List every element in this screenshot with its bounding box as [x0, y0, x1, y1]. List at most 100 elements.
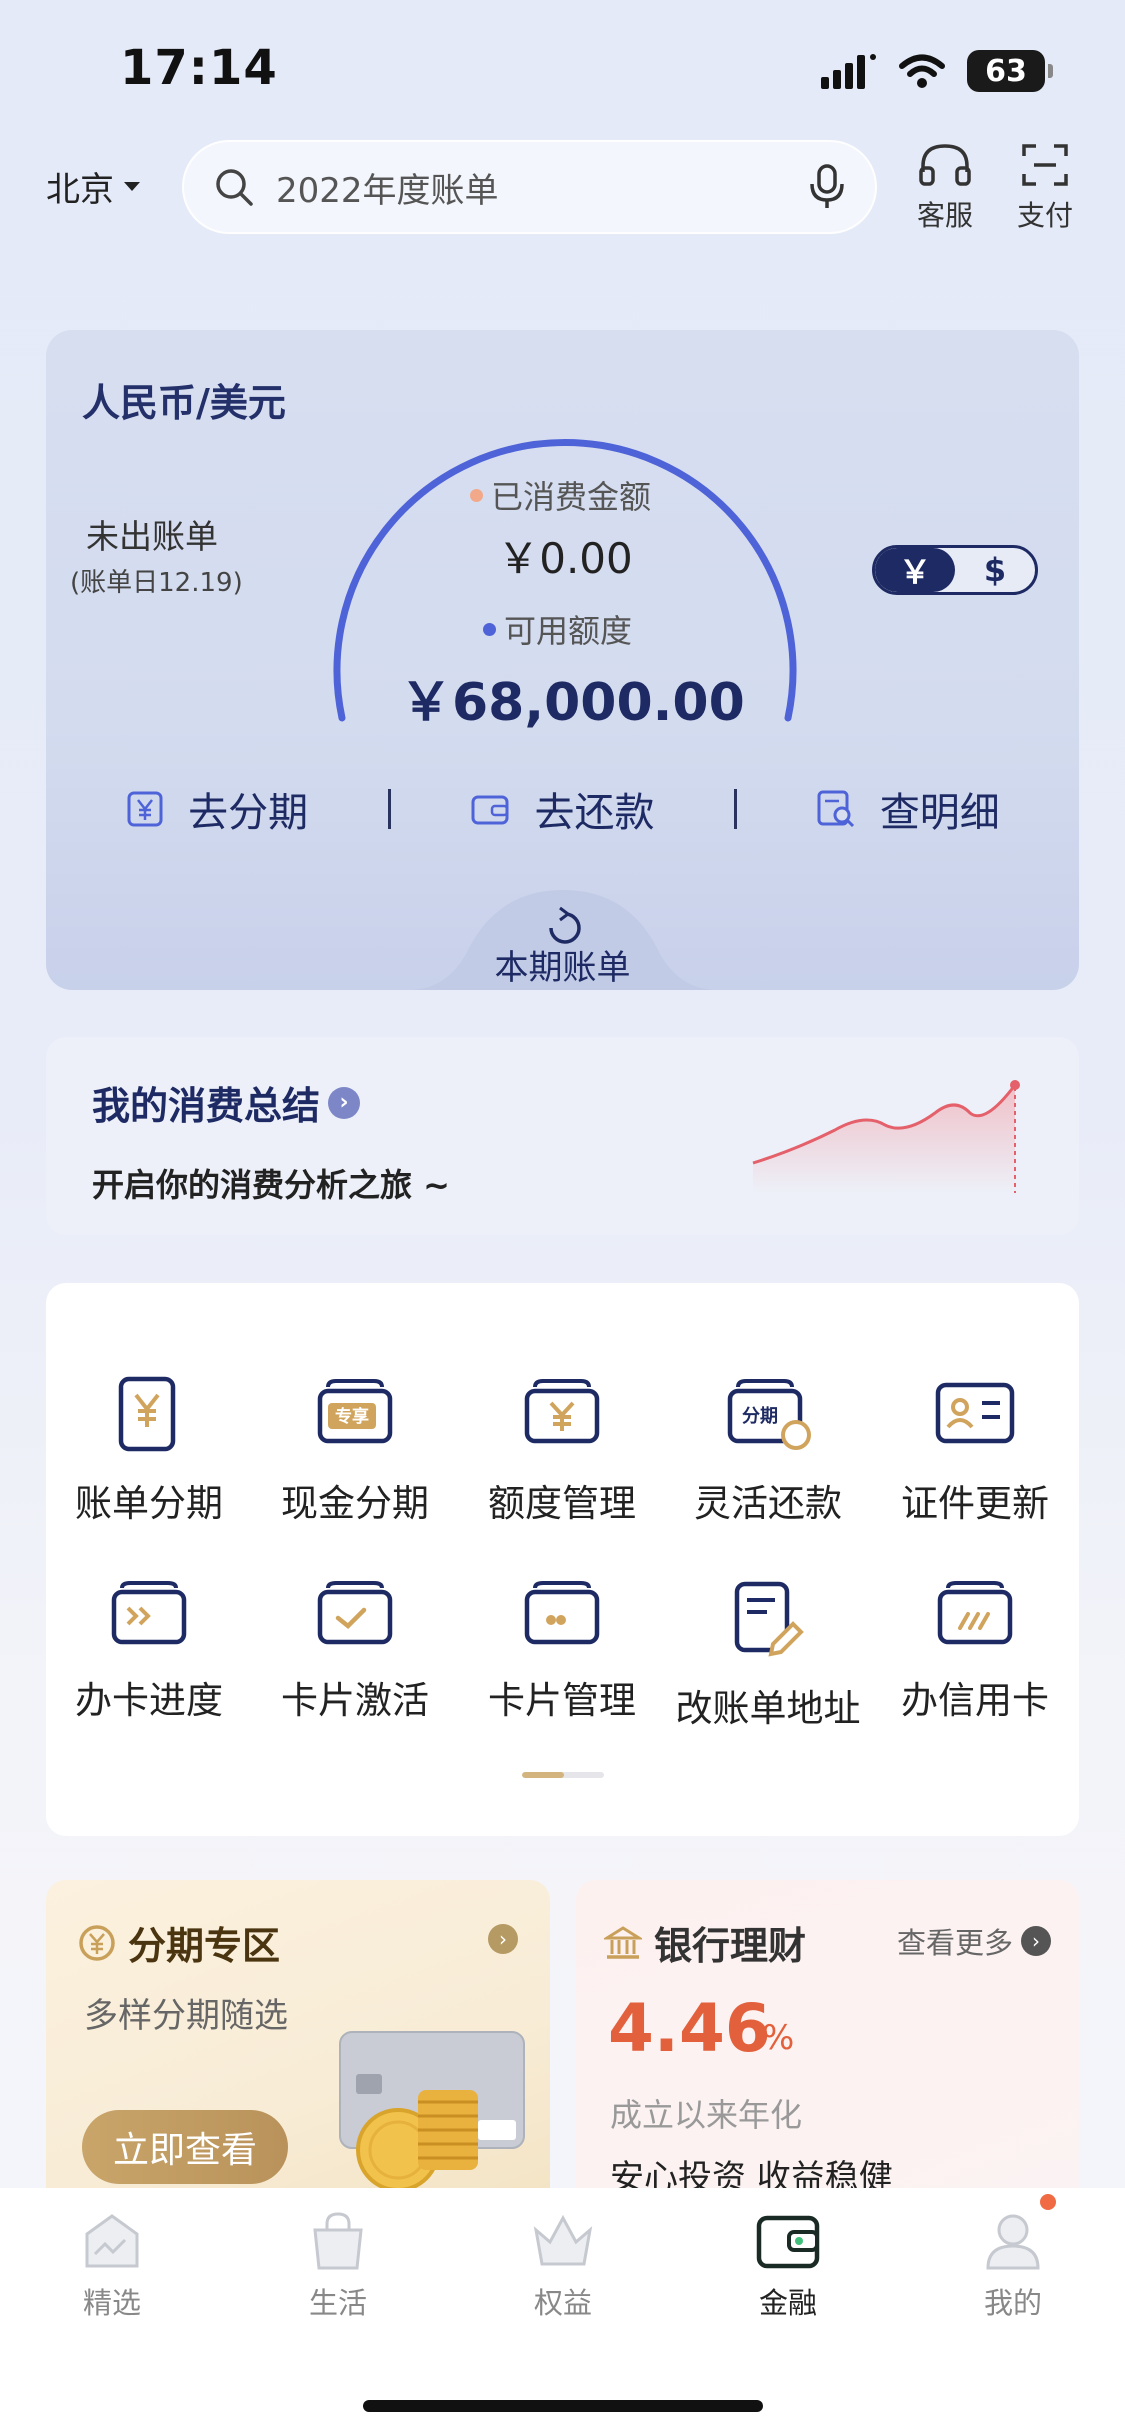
available-limit-value: ￥68,000.00 — [400, 673, 745, 733]
bill-installment-icon — [118, 1376, 176, 1452]
customer-service-button[interactable]: 客服 — [905, 142, 985, 234]
id-update-icon — [935, 1382, 1015, 1444]
bill-status: 未出账单 — [86, 517, 218, 556]
caret-down-icon — [124, 182, 140, 191]
bank-wealth-title: 银行理财 — [604, 1915, 806, 1970]
currency-toggle[interactable]: ￥ $ — [872, 545, 1038, 595]
available-dot — [483, 622, 496, 636]
city-label: 北京 — [46, 170, 114, 210]
flexible-repay-badge: 分期 — [742, 1406, 778, 1427]
tab-life[interactable]: 生活 — [268, 2210, 408, 2322]
annual-yield-description: 成立以来年化 — [610, 2096, 803, 2134]
menu-item-label: 改账单地址 — [675, 1687, 861, 1730]
menu-item-label: 办信用卡 — [901, 1679, 1049, 1722]
flexible-repay-icon: 分期 — [727, 1379, 811, 1450]
status-time: 17:14 — [120, 40, 278, 96]
used-dot — [470, 488, 483, 502]
installment-title-text: 分期专区 — [128, 1924, 281, 1968]
menu-item-card-progress[interactable]: 办卡进度 — [46, 1580, 252, 1724]
tab-label: 金融 — [758, 2286, 817, 2320]
cash-installment-icon: 专享 — [317, 1379, 393, 1444]
detail-search-icon — [817, 790, 854, 828]
installment-action-button[interactable]: 去分期 — [46, 780, 388, 838]
card-progress-icon — [111, 1581, 187, 1645]
spending-summary-subtitle: 开启你的消费分析之旅 ~ — [92, 1166, 450, 1204]
search-bar[interactable]: 2022年度账单 — [182, 140, 877, 234]
headset-icon — [919, 144, 971, 186]
yuan-coin-icon — [79, 1924, 115, 1961]
chevron-right-icon: › — [1021, 1926, 1052, 1956]
menu-item-bill-installment[interactable]: 账单分期 — [46, 1375, 252, 1527]
signal-icon — [821, 54, 876, 89]
status-icons: 63 — [821, 50, 1053, 92]
repay-action-button[interactable]: 去还款 — [391, 780, 733, 838]
currency-title: 人民币/美元 — [82, 381, 286, 425]
menu-item-cash-installment[interactable]: 专享 现金分期 — [252, 1375, 458, 1527]
card-actions: 去分期 去还款 查明细 — [46, 780, 1079, 838]
menu-item-limit-management[interactable]: 额度管理 — [459, 1375, 665, 1527]
current-bill-tab[interactable]: 本期账单 — [440, 940, 685, 989]
trend-sparkline — [752, 1080, 1020, 1193]
tab-profile[interactable]: 我的 — [943, 2210, 1083, 2322]
view-now-button[interactable]: 立即查看 — [82, 2110, 288, 2184]
summary-title-text: 我的消费总结 — [92, 1084, 321, 1128]
page-indicator-active — [522, 1772, 564, 1778]
used-amount-value: ￥0.00 — [497, 534, 633, 583]
tab-label: 权益 — [533, 2286, 592, 2320]
menu-item-label: 额度管理 — [488, 1482, 636, 1525]
annual-yield-value: 4.46 — [608, 1990, 771, 2067]
home-indicator[interactable] — [363, 2400, 763, 2412]
annual-yield-unit: % — [762, 2018, 795, 2058]
microphone-icon[interactable] — [809, 164, 845, 210]
wifi-icon — [899, 54, 945, 88]
bank-building-icon — [604, 1925, 642, 1959]
menu-item-label: 现金分期 — [281, 1482, 429, 1525]
used-amount-label: 已消费金额 — [470, 472, 651, 518]
notification-badge — [1040, 2194, 1056, 2210]
repay-action-label: 去还款 — [534, 790, 655, 836]
installment-promo-title: 分期专区 — [78, 1915, 280, 1970]
tab-featured[interactable]: 精选 — [42, 2210, 182, 2322]
yuan-icon — [127, 791, 163, 827]
menu-item-label: 账单分期 — [75, 1482, 223, 1525]
menu-item-label: 办卡进度 — [75, 1679, 223, 1722]
card-manage-icon — [524, 1581, 600, 1645]
tab-label: 我的 — [983, 2286, 1042, 2320]
battery-indicator: 63 — [967, 50, 1053, 92]
pay-button[interactable]: 支付 — [1005, 142, 1085, 234]
spending-summary-title[interactable]: 我的消费总结 › — [92, 1075, 361, 1130]
chevron-right-icon[interactable]: › — [488, 1924, 518, 1954]
menu-item-card-activate[interactable]: 卡片激活 — [252, 1580, 458, 1724]
view-more-link[interactable]: 查看更多 › — [897, 1920, 1052, 1962]
currency-option-usd[interactable]: $ — [955, 548, 1035, 592]
menu-item-id-update[interactable]: 证件更新 — [872, 1375, 1078, 1527]
details-action-button[interactable]: 查明细 — [737, 780, 1079, 838]
menu-item-label: 证件更新 — [901, 1482, 1049, 1525]
tab-label: 精选 — [82, 2286, 141, 2320]
tab-rights[interactable]: 权益 — [493, 2210, 633, 2322]
menu-item-apply-card[interactable]: 办信用卡 — [872, 1580, 1078, 1724]
cash-installment-badge: 专享 — [335, 1406, 369, 1427]
menu-item-card-manage[interactable]: 卡片管理 — [459, 1580, 665, 1724]
search-placeholder: 2022年度账单 — [276, 170, 499, 211]
available-limit-label: 可用额度 — [483, 606, 632, 652]
bill-date: (账单日12.19) — [70, 568, 243, 598]
crown-icon — [533, 2214, 593, 2266]
service-menu — [46, 1283, 1079, 1836]
pay-label: 支付 — [1016, 199, 1073, 232]
view-more-label: 查看更多 — [897, 1926, 1014, 1960]
menu-page-indicator — [522, 1772, 604, 1778]
featured-icon — [85, 2214, 139, 2268]
available-label-text: 可用额度 — [504, 612, 633, 650]
currency-option-cny[interactable]: ￥ — [875, 548, 955, 592]
menu-item-label: 灵活还款 — [694, 1482, 842, 1525]
menu-item-label: 卡片管理 — [488, 1679, 636, 1722]
chevron-right-icon: › — [328, 1086, 361, 1119]
installment-action-label: 去分期 — [188, 790, 309, 836]
menu-item-bill-address[interactable]: 改账单地址 — [665, 1580, 871, 1732]
menu-item-flexible-repay[interactable]: 分期 灵活还款 — [665, 1375, 871, 1527]
bank-wealth-title-text: 银行理财 — [654, 1924, 807, 1968]
tab-finance[interactable]: 金融 — [718, 2210, 858, 2322]
credit-card-coins-image — [339, 2031, 525, 2190]
city-selector[interactable]: 北京 — [46, 162, 140, 211]
